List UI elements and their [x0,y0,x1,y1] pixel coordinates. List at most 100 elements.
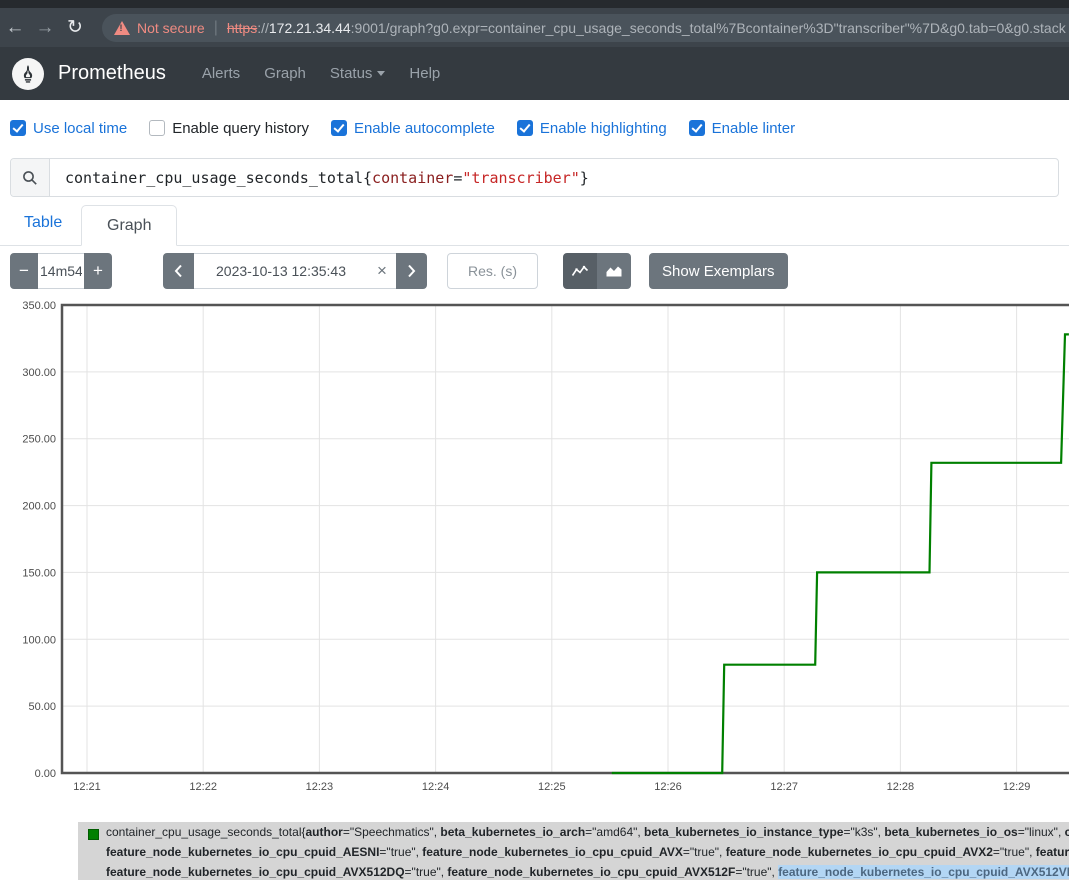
legend-item[interactable]: container_cpu_usage_seconds_total{author… [78,822,1069,880]
option-label[interactable]: Enable query history [172,120,309,137]
svg-text:150.00: 150.00 [22,567,56,579]
query-token-plain: container_cpu_usage_seconds_total{ [65,169,372,187]
brand-title[interactable]: Prometheus [58,62,166,85]
chart-type-toggle [563,253,631,289]
svg-text:12:22: 12:22 [189,781,217,793]
option-enable-query-history[interactable]: Enable query history [149,120,309,137]
search-addon [11,159,50,196]
svg-text:0.00: 0.00 [35,768,56,780]
option-label[interactable]: Use local time [33,120,127,137]
svg-text:12:27: 12:27 [770,781,798,793]
checkbox-checked-icon[interactable] [689,120,705,136]
svg-text:12:28: 12:28 [887,781,915,793]
stacked-chart-icon [605,264,623,278]
graph-controls: − + 2023-10-13 12:35:43 × [10,253,1059,289]
query-expression-input[interactable]: container_cpu_usage_seconds_total{contai… [50,159,1058,196]
checkbox-checked-icon[interactable] [10,120,26,136]
legend-label: ="amd64", [585,825,644,839]
tab-table[interactable]: Table [12,214,74,232]
checkbox-unchecked-icon[interactable] [149,120,165,136]
option-enable-linter[interactable]: Enable linter [689,120,795,137]
options-row: Use local time Enable query history Enable… [10,112,795,144]
legend-label: author [306,825,343,839]
caret-down-icon [377,71,385,76]
option-enable-highlighting[interactable]: Enable highlighting [517,120,667,137]
prometheus-logo-icon[interactable] [12,58,44,90]
time-back-button[interactable] [163,253,194,289]
chevron-right-icon [407,264,416,278]
graph-chart[interactable]: 0.0050.00100.00150.00200.00250.00300.003… [0,295,1069,800]
query-token-plain: = [453,169,462,187]
option-use-local-time[interactable]: Use local time [10,120,127,137]
navbar-item-graph[interactable]: Graph [252,65,318,82]
url-separator: :// [257,20,269,36]
navbar-item-status[interactable]: Status [318,65,398,82]
legend-label: container_cpu_usage_seconds_total{ [106,825,306,839]
legend-label: beta_kubernetes_io_arch [440,825,585,839]
stacked-chart-button[interactable] [597,253,631,289]
query-input-group: container_cpu_usage_seconds_total{contai… [10,158,1059,197]
legend-label: ="true", [405,865,448,879]
legend-line: container_cpu_usage_seconds_total{author… [78,822,1069,842]
option-label[interactable]: Enable autocomplete [354,120,495,137]
navbar-items: AlertsGraphStatusHelp [190,65,452,82]
legend-label: beta_kubernetes_io_instance_type [644,825,843,839]
prometheus-navbar: Prometheus AlertsGraphStatusHelp [0,47,1069,100]
legend-label: feature_node [1036,845,1069,859]
legend-label: feature_node_kubernetes_io_cpu_cpuid_AES… [106,845,379,859]
legend-label: feature_node_kubernetes_io_cpu_cpuid_AVX [422,845,683,859]
chart-canvas: 0.0050.00100.00150.00200.00250.00300.003… [0,295,1069,800]
legend-line: feature_node_kubernetes_io_cpu_cpuid_AES… [78,842,1069,862]
option-enable-autocomplete[interactable]: Enable autocomplete [331,120,495,137]
navbar-item-help[interactable]: Help [397,65,452,82]
time-forward-button[interactable] [396,253,427,289]
url-divider: | [214,19,218,37]
legend-label: feature_node_kubernetes_io_cpu_cpuid_AVX… [726,845,993,859]
option-label[interactable]: Enable linter [712,120,795,137]
legend-swatch[interactable] [88,829,99,840]
svg-text:12:29: 12:29 [1003,781,1031,793]
checkbox-checked-icon[interactable] [517,120,533,136]
svg-text:12:21: 12:21 [73,781,101,793]
duration-increase-button[interactable]: + [84,253,112,289]
query-token-string: "transcriber" [462,169,579,187]
forward-icon[interactable]: → [30,17,60,39]
show-exemplars-button[interactable]: Show Exemplars [649,253,788,289]
svg-text:12:24: 12:24 [422,781,450,793]
line-chart-button[interactable] [563,253,597,289]
legend-label: ="true", [379,845,422,859]
legend-line: feature_node_kubernetes_io_cpu_cpuid_AVX… [78,862,1069,880]
chevron-left-icon [174,264,183,278]
navbar-item-alerts[interactable]: Alerts [190,65,252,82]
datetime-value[interactable]: 2023-10-13 12:35:43 [194,263,368,279]
legend-label: ="k3s", [843,825,884,839]
url-protocol: https [227,20,257,36]
query-token-label: container [372,169,453,187]
panel-tabs: Table Graph [0,205,1069,246]
refresh-icon[interactable]: ↻ [60,16,90,39]
duration-decrease-button[interactable]: − [10,253,38,289]
legend-label: ="Speechmatics", [343,825,441,839]
tab-graph[interactable]: Graph [81,205,177,246]
svg-text:200.00: 200.00 [22,501,56,513]
search-icon [22,170,38,186]
svg-text:12:26: 12:26 [654,781,682,793]
duration-stepper: − + [10,253,112,289]
line-chart-icon [571,264,589,278]
back-icon[interactable]: ← [0,17,30,39]
svg-text:50.00: 50.00 [28,701,56,713]
browser-toolbar: ← → ↻ Not secure | https://172.21.34.44:… [0,8,1069,47]
resolution-input[interactable] [447,253,538,289]
legend-label-selected: feature_node_kubernetes_io_cpu_cpuid_AVX… [778,865,1069,879]
clear-datetime-icon[interactable]: × [368,261,396,281]
duration-input[interactable] [38,253,84,289]
checkbox-checked-icon[interactable] [331,120,347,136]
warning-icon [114,21,130,35]
legend-label: feature_node_kubernetes_io_cpu_cpuid_AVX… [447,865,735,879]
datetime-field[interactable]: 2023-10-13 12:35:43 × [194,253,396,289]
svg-text:12:23: 12:23 [306,781,334,793]
option-label[interactable]: Enable highlighting [540,120,667,137]
svg-text:100.00: 100.00 [22,634,56,646]
address-bar[interactable]: Not secure | https://172.21.34.44:9001/g… [102,14,1069,42]
query-token-plain: } [580,169,589,187]
